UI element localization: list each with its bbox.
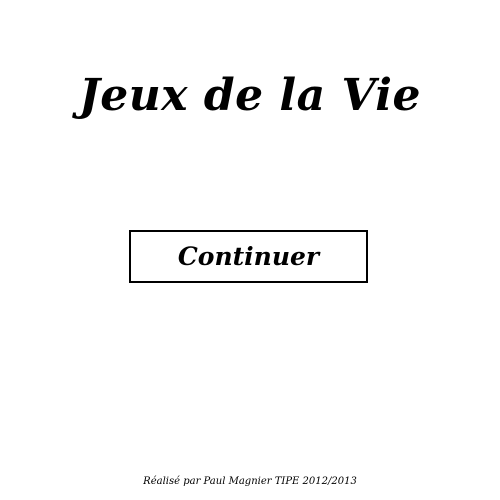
page-title: Jeux de la Vie xyxy=(78,70,422,121)
footer-credit: Réalisé par Paul Magnier TIPE 2012/2013 xyxy=(143,476,357,487)
continue-button[interactable]: Continuer xyxy=(129,230,368,283)
continue-button-label: Continuer xyxy=(177,241,320,271)
